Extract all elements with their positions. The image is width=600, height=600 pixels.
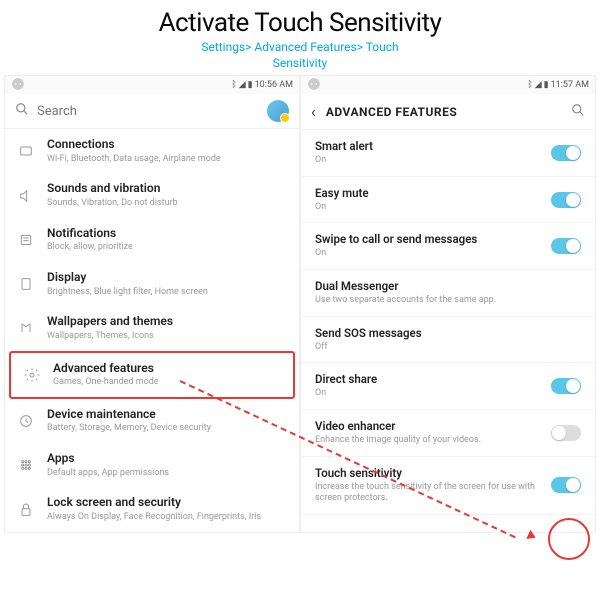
tutorial-header: Activate Touch Sensitivity Settings> Adv… (0, 0, 600, 75)
item-advanced-features[interactable]: Advanced featuresGames, One-handed mode (9, 351, 295, 399)
wifi-icon: ◢ (535, 80, 542, 90)
status-bar: ᛒ ◢ ▮ 10:56 AM (5, 76, 299, 94)
display-icon (17, 275, 35, 293)
item-swipe-call[interactable]: Swipe to call or send messagesOn (301, 223, 595, 270)
bluetooth-icon: ᛒ (527, 80, 532, 90)
wifi-icon: ◢ (239, 80, 246, 90)
signal-icon: ▮ (544, 80, 549, 90)
settings-list: ConnectionsWi-Fi, Bluetooth, Data usage,… (5, 129, 299, 532)
item-easy-mute[interactable]: Easy muteOn (301, 177, 595, 224)
item-wallpapers[interactable]: Wallpapers and themesWallpapers, Themes,… (5, 306, 299, 350)
toggle-smart-alert[interactable] (551, 145, 581, 161)
search-icon[interactable] (571, 103, 585, 121)
item-connections[interactable]: ConnectionsWi-Fi, Bluetooth, Data usage,… (5, 129, 299, 173)
search-bar[interactable] (5, 94, 299, 129)
advanced-list: Smart alertOn Easy muteOn Swipe to call … (301, 130, 595, 515)
item-video-enhancer[interactable]: Video enhancerEnhance the image quality … (301, 410, 595, 457)
item-touch-sensitivity[interactable]: Touch sensitivityIncrease the touch sens… (301, 457, 595, 515)
toggle-video-enhancer[interactable] (551, 425, 581, 441)
item-apps[interactable]: AppsDefault apps, App permissions (5, 443, 299, 487)
lock-icon (17, 501, 35, 519)
item-lock-screen[interactable]: Lock screen and securityAlways On Displa… (5, 487, 299, 531)
advanced-icon (23, 366, 41, 384)
item-smart-alert[interactable]: Smart alertOn (301, 130, 595, 177)
connections-icon (17, 142, 35, 160)
item-notifications[interactable]: NotificationsBlock, allow, prioritize (5, 218, 299, 262)
avatar[interactable] (267, 100, 289, 122)
page-title: Activate Touch Sensitivity (0, 8, 600, 38)
item-dual-messenger[interactable]: Dual MessengerUse two separate accounts … (301, 270, 595, 317)
item-display[interactable]: DisplayBrightness, Blue light filter, Ho… (5, 262, 299, 306)
status-time: 10:56 AM (255, 80, 293, 90)
breadcrumb: Settings> Advanced Features> Touch Sensi… (0, 40, 600, 71)
back-arrow-icon[interactable]: ‹ (311, 102, 316, 121)
item-direct-share[interactable]: Direct shareOn (301, 363, 595, 410)
maintenance-icon (17, 412, 35, 430)
phone-settings: ᛒ ◢ ▮ 10:56 AM ConnectionsWi-Fi, Bluetoo… (4, 75, 300, 533)
item-send-sos[interactable]: Send SOS messagesOff (301, 317, 595, 364)
wallpapers-icon (17, 319, 35, 337)
toggle-swipe-call[interactable] (551, 238, 581, 254)
search-input[interactable] (37, 104, 259, 119)
phone-advanced-features: ᛒ ◢ ▮ 11:57 AM ‹ ADVANCED FEATURES Smart… (300, 75, 596, 533)
toggle-touch-sensitivity[interactable] (551, 477, 581, 493)
toggle-easy-mute[interactable] (551, 192, 581, 208)
topbar-title: ADVANCED FEATURES (326, 105, 561, 119)
reddit-icon (11, 77, 25, 94)
bluetooth-icon: ᛒ (231, 80, 236, 90)
signal-icon: ▮ (248, 80, 253, 90)
item-device-maintenance[interactable]: Device maintenanceBattery, Storage, Memo… (5, 399, 299, 443)
apps-icon (17, 456, 35, 474)
status-bar: ᛒ ◢ ▮ 11:57 AM (301, 76, 595, 94)
notifications-icon (17, 231, 35, 249)
reddit-icon (307, 77, 321, 94)
search-icon (15, 102, 29, 120)
toggle-direct-share[interactable] (551, 378, 581, 394)
topbar: ‹ ADVANCED FEATURES (301, 94, 595, 130)
status-time: 11:57 AM (551, 80, 589, 90)
sound-icon (17, 187, 35, 205)
item-sounds[interactable]: Sounds and vibrationSounds, Vibration, D… (5, 173, 299, 217)
